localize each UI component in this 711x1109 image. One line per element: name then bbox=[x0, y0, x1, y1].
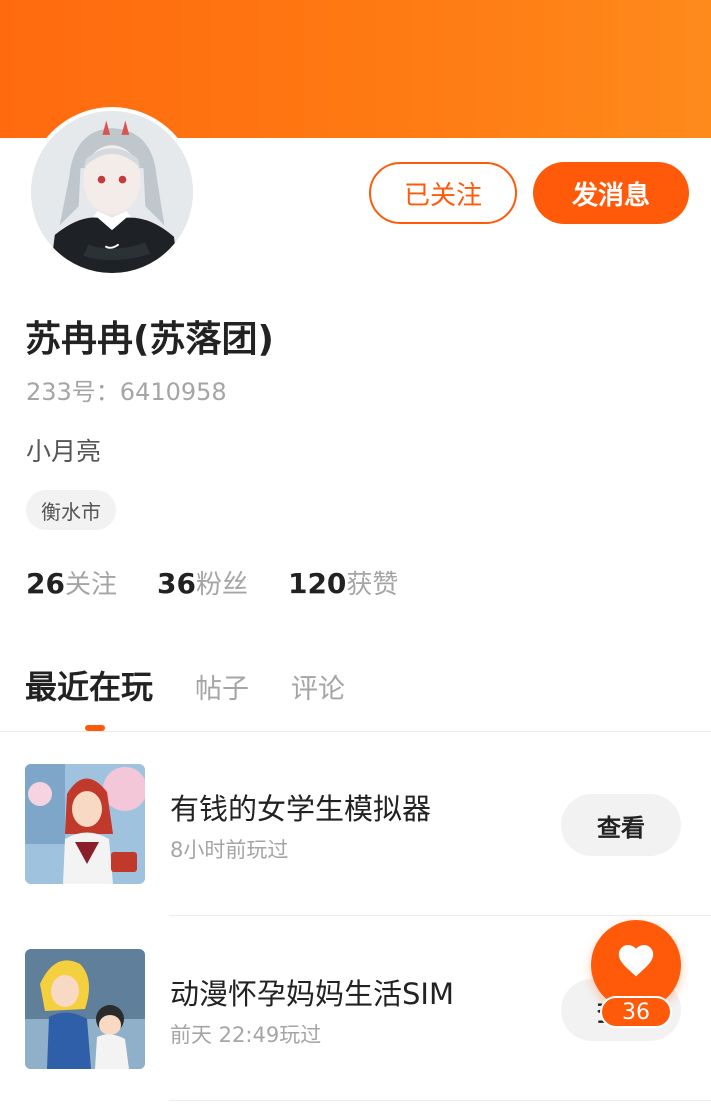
view-button[interactable]: 查看 bbox=[561, 794, 681, 856]
user-id: 233号：6410958 bbox=[26, 378, 227, 406]
game-thumbnail[interactable] bbox=[25, 949, 145, 1069]
followers-count: 36 bbox=[156, 567, 196, 600]
username: 苏冉冉(苏落团) bbox=[25, 319, 274, 360]
location-tag: 衡水市 bbox=[26, 490, 116, 530]
list-divider bbox=[169, 1100, 711, 1101]
tab-comments[interactable]: 评论 bbox=[291, 667, 345, 706]
like-count-badge: 36 bbox=[600, 996, 672, 1028]
location-label: 衡水市 bbox=[41, 499, 101, 524]
game-cover-image bbox=[25, 949, 145, 1069]
tabs-divider bbox=[0, 731, 711, 732]
stats-row: 26关注 36粉丝 120获赞 bbox=[26, 564, 398, 601]
list-divider bbox=[169, 915, 711, 916]
send-message-button[interactable]: 发消息 bbox=[533, 162, 689, 224]
likes-label: 获赞 bbox=[346, 570, 399, 600]
last-played-time: 前天 22:49玩过 bbox=[170, 1023, 322, 1047]
tab-recently-played[interactable]: 最近在玩 bbox=[25, 662, 153, 708]
game-title: 动漫怀孕妈妈生活SIM bbox=[170, 977, 454, 1011]
game-list-item[interactable]: 有钱的女学生模拟器 8小时前玩过 查看 bbox=[0, 764, 711, 904]
stat-likes[interactable]: 120获赞 bbox=[288, 564, 398, 601]
following-count: 26 bbox=[26, 567, 65, 600]
avatar[interactable] bbox=[27, 107, 197, 277]
followed-button[interactable]: 已关注 bbox=[369, 162, 517, 224]
avatar-image bbox=[31, 111, 193, 273]
last-played-time: 8小时前玩过 bbox=[170, 838, 289, 862]
game-thumbnail[interactable] bbox=[25, 764, 145, 884]
stat-following[interactable]: 26关注 bbox=[26, 564, 117, 601]
heart-icon bbox=[618, 944, 654, 977]
likes-count: 120 bbox=[287, 567, 347, 600]
following-label: 关注 bbox=[64, 570, 117, 600]
user-bio: 小月亮 bbox=[26, 437, 102, 466]
tab-posts[interactable]: 帖子 bbox=[195, 667, 249, 706]
game-cover-image bbox=[25, 764, 145, 884]
profile-tabs: 最近在玩 帖子 评论 bbox=[25, 662, 387, 708]
game-title: 有钱的女学生模拟器 bbox=[170, 792, 432, 826]
followers-label: 粉丝 bbox=[195, 570, 248, 600]
stat-followers[interactable]: 36粉丝 bbox=[157, 564, 248, 601]
